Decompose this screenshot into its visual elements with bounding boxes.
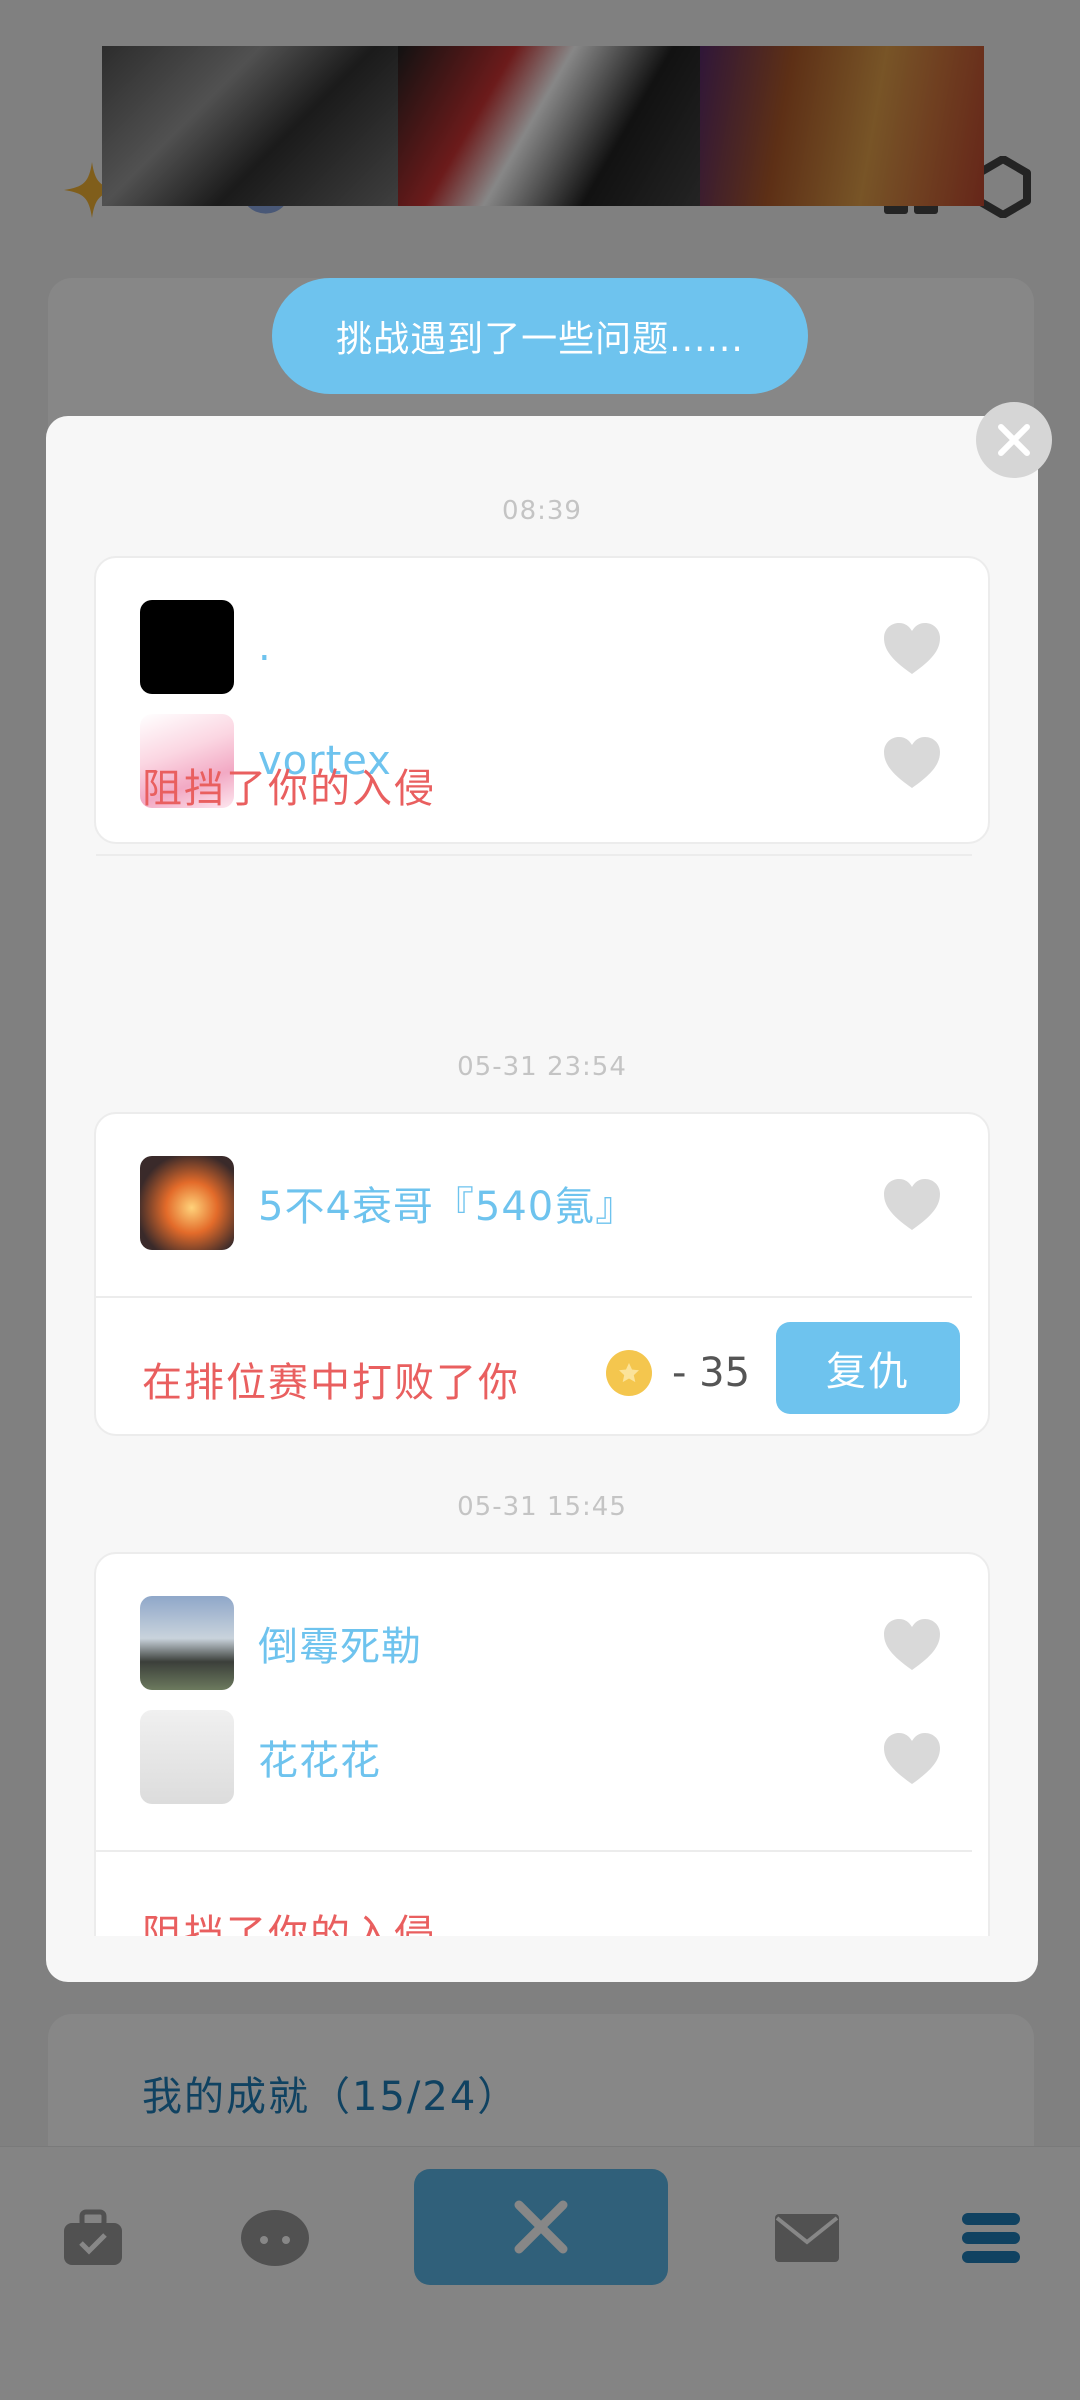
close-icon bbox=[998, 424, 1030, 456]
player-avatar[interactable] bbox=[140, 600, 234, 694]
heart-icon[interactable] bbox=[882, 1178, 942, 1232]
player-avatar[interactable] bbox=[140, 1710, 234, 1804]
record-result: 阻挡了你的入侵 bbox=[142, 1912, 436, 1936]
revenge-button[interactable]: 复仇 bbox=[776, 1322, 960, 1414]
record-card: 5不4衰哥『540氪』 在排位赛中打败了你 - 35 复仇 bbox=[94, 1112, 990, 1436]
record-timestamp: 05-31 23:54 bbox=[457, 1052, 627, 1082]
record-timestamp: 05-31 15:45 bbox=[457, 1492, 627, 1522]
player-name[interactable]: 花花花 bbox=[258, 1728, 381, 1786]
record-card: 倒霉死勒 花花花 阻挡了你的入侵 bbox=[94, 1552, 990, 1936]
close-button[interactable] bbox=[976, 402, 1052, 478]
heart-icon[interactable] bbox=[882, 1732, 942, 1786]
heart-icon[interactable] bbox=[882, 1618, 942, 1672]
record-timestamp: 08:39 bbox=[502, 496, 582, 526]
record-result: 在排位赛中打败了你 bbox=[142, 1360, 520, 1406]
player-name[interactable]: . bbox=[258, 624, 272, 670]
player-row[interactable]: 5不4衰哥『540氪』 bbox=[140, 1156, 948, 1250]
card-divider bbox=[96, 854, 972, 856]
heart-icon[interactable] bbox=[882, 736, 942, 790]
record-result: 阻挡了你的入侵 bbox=[142, 766, 436, 812]
player-name[interactable]: 倒霉死勒 bbox=[258, 1614, 422, 1672]
points-change: - 35 bbox=[672, 1350, 751, 1396]
player-row[interactable]: . bbox=[140, 600, 948, 694]
card-divider bbox=[96, 1850, 972, 1852]
battle-records-modal: 08:39 . vortex 阻挡了你的入侵 05-31 23:54 5不4衰哥… bbox=[46, 416, 1038, 1982]
coin-icon bbox=[606, 1350, 652, 1396]
player-avatar[interactable] bbox=[140, 1156, 234, 1250]
player-row[interactable]: 倒霉死勒 bbox=[140, 1596, 948, 1690]
card-divider bbox=[96, 1296, 972, 1298]
player-avatar[interactable] bbox=[140, 1596, 234, 1690]
player-row[interactable]: 花花花 bbox=[140, 1710, 948, 1804]
heart-icon[interactable] bbox=[882, 622, 942, 676]
record-card: . vortex 阻挡了你的入侵 bbox=[94, 556, 990, 856]
error-toast: 挑战遇到了一些问题...... bbox=[272, 278, 808, 394]
player-name[interactable]: 5不4衰哥『540氪』 bbox=[258, 1174, 636, 1232]
records-scroll-area[interactable]: 08:39 . vortex 阻挡了你的入侵 05-31 23:54 5不4衰哥… bbox=[46, 416, 1038, 1936]
